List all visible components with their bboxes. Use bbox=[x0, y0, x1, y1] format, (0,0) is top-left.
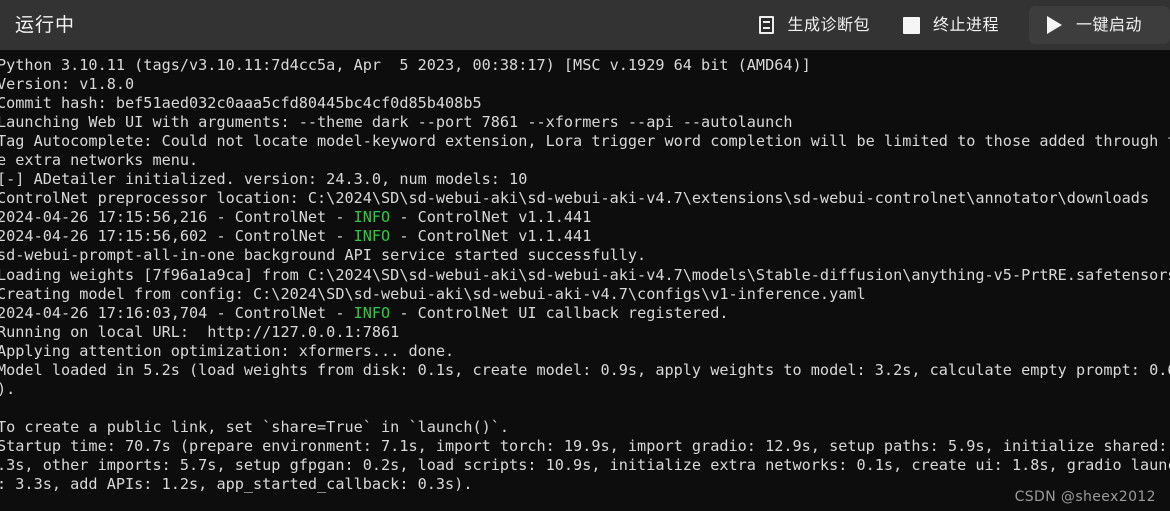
console-line: Commit hash: bef51aed032c0aaa5cfd80445bc… bbox=[0, 94, 482, 113]
console-line: Launching Web UI with arguments: --theme… bbox=[0, 113, 793, 132]
log-level-info: INFO bbox=[353, 208, 391, 227]
console-line: Version: v1.8.0 bbox=[0, 75, 135, 94]
terminate-process-label: 终止进程 bbox=[932, 15, 999, 34]
console-line: Applying attention optimization: xformer… bbox=[0, 341, 455, 360]
console-line-suffix: - ControlNet v1.1.441 bbox=[390, 227, 592, 246]
console-line: 2024-04-26 17:16:03,704 - ControlNet - I… bbox=[0, 304, 1170, 323]
console-line-prefix: 2024-04-26 17:15:56,216 - ControlNet - bbox=[0, 208, 354, 227]
console-line-prefix: 2024-04-26 17:16:03,704 - ControlNet - bbox=[0, 303, 354, 322]
console-line: Loading weights [7f96a1a9ca] from C:\202… bbox=[0, 265, 1170, 284]
one-click-launch-button[interactable]: 一键启动 bbox=[1028, 6, 1170, 44]
one-click-launch-label: 一键启动 bbox=[1075, 15, 1142, 34]
document-icon bbox=[756, 15, 776, 35]
console-line: Python 3.10.11 (tags/v3.10.11:7d4cc5a, A… bbox=[0, 56, 811, 74]
console-line-suffix: - ControlNet UI callback registered. bbox=[390, 303, 729, 322]
log-level-info: INFO bbox=[353, 303, 391, 322]
terminate-process-button[interactable]: 终止进程 bbox=[886, 6, 1015, 44]
app-window: 运行中 生成诊断包 终止进程 一键启动 Python 3.10.11 (tags… bbox=[0, 0, 1170, 511]
console-line: Creating model from config: C:\2024\SD\s… bbox=[0, 284, 866, 303]
console-line: 2024-04-26 17:15:56,216 - ControlNet - I… bbox=[0, 208, 1170, 227]
console-lines: Python 3.10.11 (tags/v3.10.11:7d4cc5a, A… bbox=[0, 56, 1170, 494]
toolbar: 生成诊断包 终止进程 一键启动 bbox=[740, 0, 1170, 50]
console-output[interactable]: Python 3.10.11 (tags/v3.10.11:7d4cc5a, A… bbox=[0, 50, 1170, 511]
console-line: Running on local URL: http://127.0.0.1:7… bbox=[0, 322, 400, 341]
console-line: Model loaded in 5.2s (load weights from … bbox=[0, 360, 1170, 379]
console-line: e extra networks menu. bbox=[0, 151, 199, 170]
console-line: Startup time: 70.7s (prepare environment… bbox=[0, 436, 1170, 455]
console-line: [-] ADetailer initialized. version: 24.3… bbox=[0, 170, 528, 189]
console-line: .3s, other imports: 5.7s, setup gfpgan: … bbox=[0, 455, 1170, 474]
console-line: ). bbox=[0, 379, 16, 398]
log-level-info: INFO bbox=[353, 227, 391, 246]
generate-diagnostic-package-button[interactable]: 生成诊断包 bbox=[740, 6, 886, 44]
console-line: 2024-04-26 17:15:56,602 - ControlNet - I… bbox=[0, 227, 1170, 246]
play-triangle-icon bbox=[1045, 15, 1065, 35]
console-line: To create a public link, set `share=True… bbox=[0, 417, 510, 436]
console-line-prefix: 2024-04-26 17:15:56,602 - ControlNet - bbox=[0, 227, 354, 246]
generate-diagnostic-package-label: 生成诊断包 bbox=[787, 15, 870, 34]
console-line: sd-webui-prompt-all-in-one background AP… bbox=[0, 246, 647, 265]
stop-square-icon bbox=[902, 15, 922, 35]
console-line: Tag Autocomplete: Could not locate model… bbox=[0, 132, 1170, 151]
page-title: 运行中 bbox=[15, 13, 76, 36]
console-line: ControlNet preprocessor location: C:\202… bbox=[0, 189, 1150, 208]
title-bar: 运行中 生成诊断包 终止进程 一键启动 bbox=[0, 0, 1170, 50]
console-line: : 3.3s, add APIs: 1.2s, app_started_call… bbox=[0, 475, 473, 494]
console-line-suffix: - ControlNet v1.1.441 bbox=[390, 208, 592, 227]
